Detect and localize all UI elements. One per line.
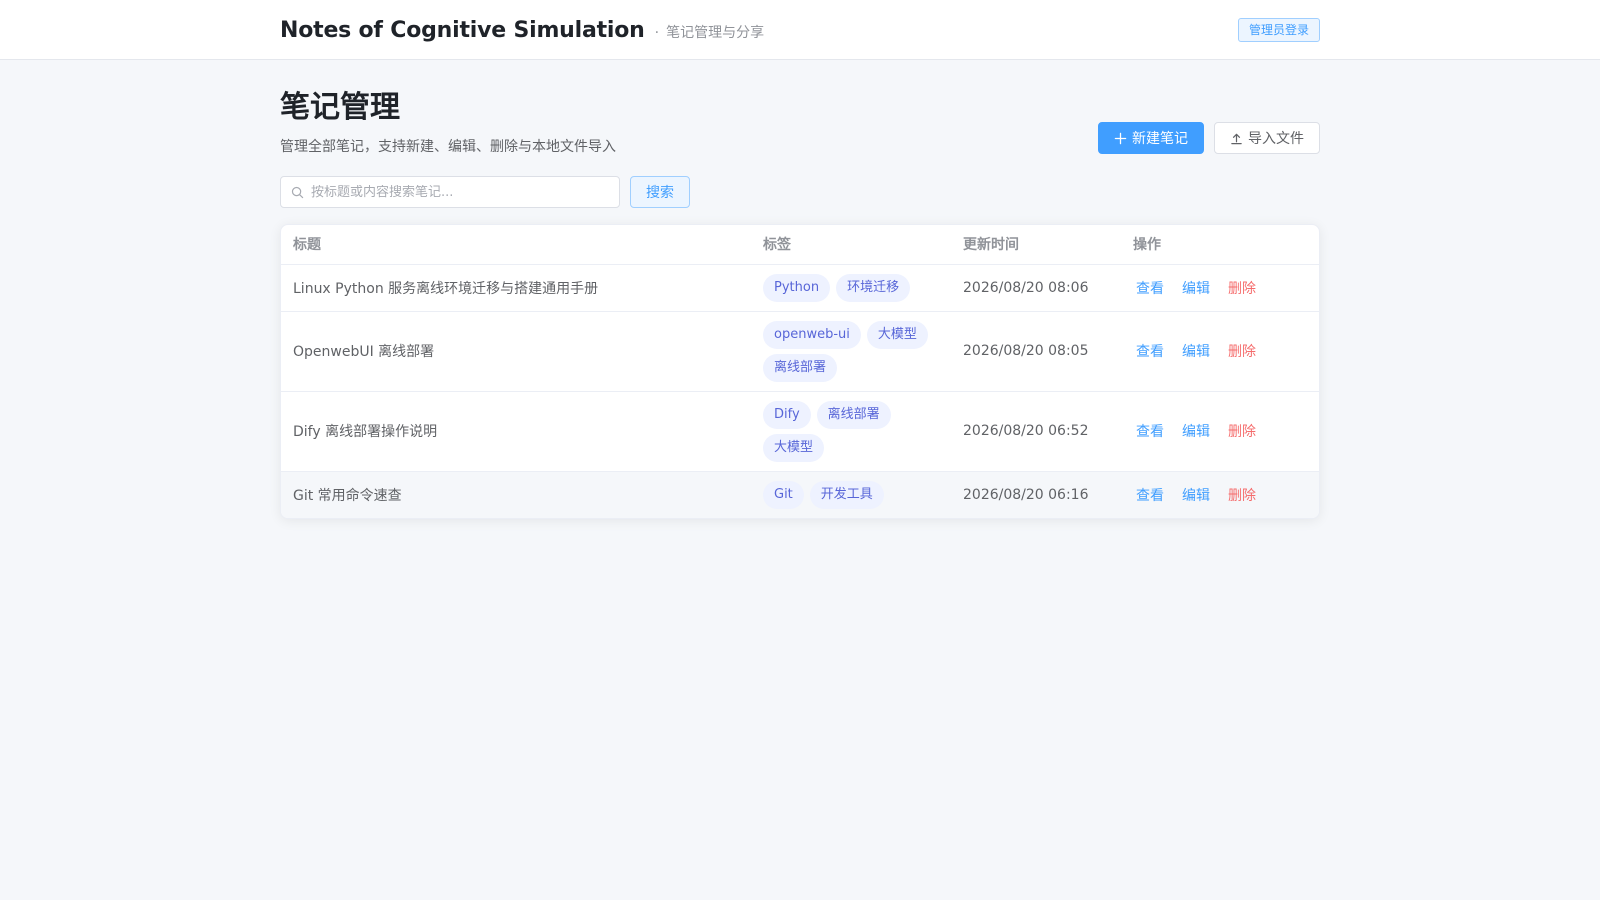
row-actions: 查看 编辑 删除 <box>1133 341 1307 361</box>
row-actions: 查看 编辑 删除 <box>1133 421 1307 441</box>
column-header-actions: 操作 <box>1121 225 1319 265</box>
note-tag: Python <box>763 273 831 302</box>
row-actions: 查看 编辑 删除 <box>1133 485 1307 505</box>
note-tag: openweb-ui <box>763 320 861 349</box>
search-button[interactable]: 搜索 <box>630 176 690 208</box>
table-row: Linux Python 服务离线环境迁移与搭建通用手册 Python 环境迁移… <box>281 264 1319 312</box>
edit-note-button[interactable]: 编辑 <box>1182 278 1210 298</box>
search-bar: 搜索 <box>280 176 1320 208</box>
header-inner: Notes of Cognitive Simulation · 笔记管理与分享 … <box>280 0 1320 60</box>
note-updated-time: 2026/08/20 08:06 <box>951 264 1121 312</box>
note-tags-cell: Dify 离线部署 大模型 <box>751 391 951 472</box>
page-heading: 笔记管理 管理全部笔记，支持新建、编辑、删除与本地文件导入 <box>280 88 616 156</box>
note-tags-cell: Git 开发工具 <box>751 471 951 518</box>
brand-subtitle: 笔记管理与分享 <box>666 24 765 41</box>
upload-icon <box>1231 133 1242 144</box>
view-note-button[interactable]: 查看 <box>1136 278 1164 298</box>
note-actions-cell: 查看 编辑 删除 <box>1121 471 1319 518</box>
tag-list: Dify 离线部署 大模型 <box>763 400 939 462</box>
brand: Notes of Cognitive Simulation · 笔记管理与分享 <box>280 18 764 43</box>
table-row: Git 常用命令速查 Git 开发工具 2026/08/20 06:16 查看 … <box>281 471 1319 518</box>
delete-note-button[interactable]: 删除 <box>1228 278 1256 298</box>
page-title: 笔记管理 <box>280 90 400 125</box>
top-header: Notes of Cognitive Simulation · 笔记管理与分享 … <box>0 0 1600 60</box>
note-tag: 大模型 <box>763 433 825 462</box>
delete-note-button[interactable]: 删除 <box>1228 421 1256 441</box>
view-note-button[interactable]: 查看 <box>1136 485 1164 505</box>
note-tag: 开发工具 <box>809 480 884 509</box>
tag-list: openweb-ui 大模型 离线部署 <box>763 320 939 382</box>
row-actions: 查看 编辑 删除 <box>1133 278 1307 298</box>
search-icon <box>291 186 304 198</box>
table-row: OpenwebUI 离线部署 openweb-ui 大模型 离线部署 2026/… <box>281 311 1319 392</box>
notes-table: 标题 标签 更新时间 操作 Linux Python 服务离线环境迁移与搭建通用… <box>281 225 1319 518</box>
table-header-row: 标题 标签 更新时间 操作 <box>281 225 1319 265</box>
note-title: Dify 离线部署操作说明 <box>281 391 751 472</box>
delete-note-button[interactable]: 删除 <box>1228 485 1256 505</box>
edit-note-button[interactable]: 编辑 <box>1182 421 1210 441</box>
search-field[interactable] <box>280 176 620 208</box>
note-tags-cell: openweb-ui 大模型 离线部署 <box>751 311 951 392</box>
note-tag: 环境迁移 <box>836 273 911 302</box>
note-tags-cell: Python 环境迁移 <box>751 264 951 312</box>
admin-login-button[interactable]: 管理员登录 <box>1237 18 1320 42</box>
note-actions-cell: 查看 编辑 删除 <box>1121 264 1319 312</box>
page-actions: 新建笔记 导入文件 <box>1098 122 1320 154</box>
note-title: Git 常用命令速查 <box>281 471 751 518</box>
view-note-button[interactable]: 查看 <box>1136 421 1164 441</box>
plus-icon <box>1114 132 1127 144</box>
column-header-title: 标题 <box>281 225 751 265</box>
brand-title[interactable]: Notes of Cognitive Simulation <box>280 18 645 43</box>
page-header: 笔记管理 管理全部笔记，支持新建、编辑、删除与本地文件导入 新建笔记 导入文件 <box>280 88 1320 156</box>
note-actions-cell: 查看 编辑 删除 <box>1121 311 1319 392</box>
import-file-button[interactable]: 导入文件 <box>1214 122 1320 154</box>
tag-list: Python 环境迁移 <box>763 273 939 302</box>
note-updated-time: 2026/08/20 06:52 <box>951 391 1121 472</box>
note-updated-time: 2026/08/20 06:16 <box>951 471 1121 518</box>
note-actions-cell: 查看 编辑 删除 <box>1121 391 1319 472</box>
column-header-updated: 更新时间 <box>951 225 1121 265</box>
note-title: OpenwebUI 离线部署 <box>281 311 751 392</box>
view-note-button[interactable]: 查看 <box>1136 341 1164 361</box>
table-row: Dify 离线部署操作说明 Dify 离线部署 大模型 2026/08/20 0… <box>281 391 1319 472</box>
edit-note-button[interactable]: 编辑 <box>1182 485 1210 505</box>
new-note-button[interactable]: 新建笔记 <box>1098 122 1204 154</box>
note-tag: Dify <box>763 400 811 429</box>
note-tag: 离线部署 <box>763 353 838 382</box>
notes-table-card: 标题 标签 更新时间 操作 Linux Python 服务离线环境迁移与搭建通用… <box>280 224 1320 519</box>
main-content: 笔记管理 管理全部笔记，支持新建、编辑、删除与本地文件导入 新建笔记 导入文件 … <box>280 88 1320 519</box>
tag-list: Git 开发工具 <box>763 480 939 509</box>
import-file-label: 导入文件 <box>1248 131 1304 147</box>
note-updated-time: 2026/08/20 08:05 <box>951 311 1121 392</box>
note-tag: Git <box>763 480 804 509</box>
note-title: Linux Python 服务离线环境迁移与搭建通用手册 <box>281 264 751 312</box>
new-note-label: 新建笔记 <box>1132 131 1188 147</box>
delete-note-button[interactable]: 删除 <box>1228 341 1256 361</box>
edit-note-button[interactable]: 编辑 <box>1182 341 1210 361</box>
page-description: 管理全部笔记，支持新建、编辑、删除与本地文件导入 <box>280 139 616 155</box>
search-input[interactable] <box>311 184 609 200</box>
note-tag: 离线部署 <box>816 400 891 429</box>
column-header-tags: 标签 <box>751 225 951 265</box>
note-tag: 大模型 <box>866 320 928 349</box>
brand-separator: · <box>654 24 660 41</box>
